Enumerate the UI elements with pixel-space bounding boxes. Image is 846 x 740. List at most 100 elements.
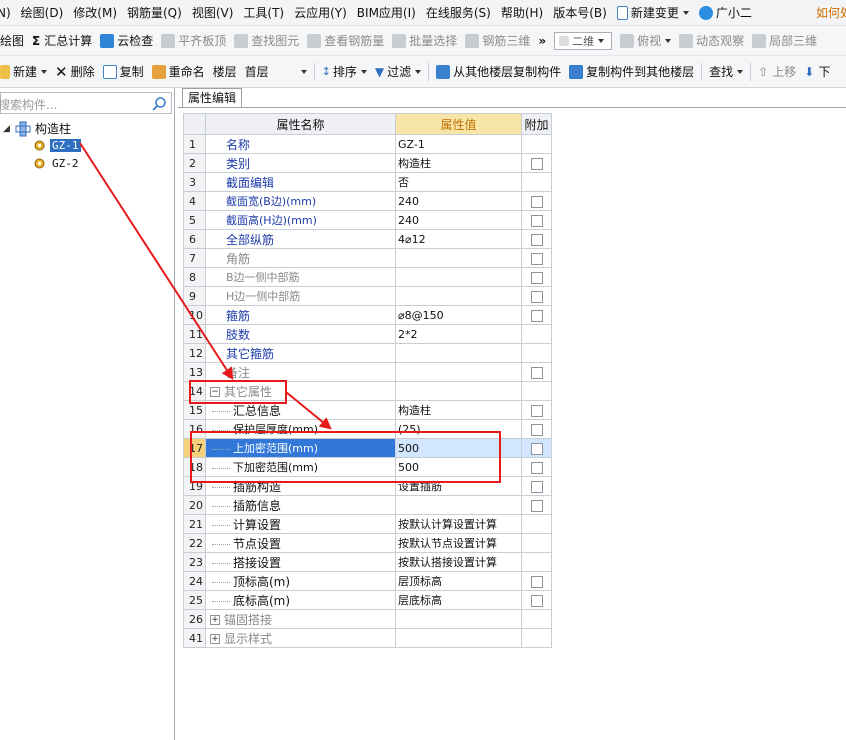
view-rebar-button[interactable]: 查看钢筋量: [303, 29, 388, 53]
menu-draw[interactable]: 绘图(D): [17, 0, 70, 25]
property-row[interactable]: 5 截面高(H边)(mm) 240: [183, 210, 552, 230]
property-name-cell[interactable]: − 其它属性: [205, 381, 396, 401]
property-value-cell[interactable]: (25): [395, 419, 522, 439]
property-row[interactable]: 1 名称 GZ-1: [183, 134, 552, 154]
menu-cloud[interactable]: 云应用(Y): [290, 0, 353, 25]
collapse-icon[interactable]: −: [210, 387, 220, 397]
menu-modify[interactable]: 修改(M): [69, 0, 123, 25]
attach-checkbox[interactable]: [530, 366, 543, 379]
property-value-cell[interactable]: [395, 248, 522, 268]
copy-button[interactable]: 复制: [99, 60, 148, 84]
property-name-cell[interactable]: 节点设置: [205, 533, 396, 553]
property-name-cell[interactable]: 顶标高(m): [205, 571, 396, 591]
property-name-cell[interactable]: 类别: [205, 153, 396, 173]
attach-checkbox[interactable]: [530, 442, 543, 455]
property-row[interactable]: 13 备注: [183, 362, 552, 382]
copy-from-floor-button[interactable]: 从其他楼层复制构件: [432, 60, 565, 84]
property-row[interactable]: 14− 其它属性: [183, 381, 552, 401]
expand-icon[interactable]: +: [210, 615, 220, 625]
tab-property-edit[interactable]: 属性编辑: [182, 88, 243, 108]
flat-slab-button[interactable]: 平齐板顶: [157, 29, 230, 53]
property-value-cell[interactable]: 按默认节点设置计算: [395, 533, 522, 553]
header-property-name[interactable]: 属性名称: [205, 113, 396, 135]
collapse-icon[interactable]: ◢: [3, 124, 15, 134]
attach-checkbox[interactable]: [530, 404, 543, 417]
attach-checkbox[interactable]: [530, 195, 543, 208]
property-name-cell[interactable]: 肢数: [205, 324, 396, 344]
property-row[interactable]: 10 箍筋 ⌀8@150: [183, 305, 552, 325]
component-search-input[interactable]: 搜索构件...: [0, 92, 172, 114]
property-value-cell[interactable]: [395, 267, 522, 287]
property-value-cell[interactable]: 构造柱: [395, 153, 522, 173]
property-row[interactable]: 23 搭接设置 按默认搭接设置计算: [183, 552, 552, 572]
attach-checkbox[interactable]: [530, 271, 543, 284]
property-row[interactable]: 2 类别 构造柱: [183, 153, 552, 173]
property-value-cell[interactable]: 否: [395, 172, 522, 192]
property-row[interactable]: 24 顶标高(m) 层顶标高: [183, 571, 552, 591]
dynamic-view-button[interactable]: 动态观察: [675, 29, 748, 53]
property-value-cell[interactable]: 240: [395, 210, 522, 230]
property-name-cell[interactable]: 下加密范围(mm): [205, 457, 396, 477]
header-property-value[interactable]: 属性值: [395, 113, 522, 135]
attach-checkbox[interactable]: [530, 157, 543, 170]
menu-tools[interactable]: 工具(T): [239, 0, 290, 25]
menu-item-n[interactable]: N): [0, 0, 17, 25]
property-row[interactable]: 11 肢数 2*2: [183, 324, 552, 344]
property-row[interactable]: 6 全部纵筋 4⌀12: [183, 229, 552, 249]
property-value-cell[interactable]: [395, 343, 522, 363]
property-value-cell[interactable]: 层顶标高: [395, 571, 522, 591]
property-name-cell[interactable]: B边一侧中部筋: [205, 267, 396, 287]
local-3d-button[interactable]: 局部三维: [748, 29, 821, 53]
property-value-cell[interactable]: 设置插筋: [395, 476, 522, 496]
property-name-cell[interactable]: 计算设置: [205, 514, 396, 534]
find-button[interactable]: 查找: [705, 60, 747, 84]
property-name-cell[interactable]: 截面编辑: [205, 172, 396, 192]
property-name-cell[interactable]: 上加密范围(mm): [205, 438, 396, 458]
property-value-cell[interactable]: 500: [395, 457, 522, 477]
menu-help[interactable]: 帮助(H): [497, 0, 549, 25]
property-name-cell[interactable]: 汇总信息: [205, 400, 396, 420]
property-value-cell[interactable]: [395, 362, 522, 382]
property-row[interactable]: 21 计算设置 按默认计算设置计算: [183, 514, 552, 534]
property-name-cell[interactable]: 其它箍筋: [205, 343, 396, 363]
property-row[interactable]: 4 截面宽(B边)(mm) 240: [183, 191, 552, 211]
expand-icon[interactable]: +: [210, 634, 220, 644]
menu-bim[interactable]: BIM应用(I): [353, 0, 422, 25]
property-name-cell[interactable]: 保护层厚度(mm): [205, 419, 396, 439]
property-name-cell[interactable]: 全部纵筋: [205, 229, 396, 249]
property-value-cell[interactable]: 构造柱: [395, 400, 522, 420]
property-row[interactable]: 20 插筋信息: [183, 495, 552, 515]
property-name-cell[interactable]: 底标高(m): [205, 590, 396, 610]
sort-button[interactable]: ↕ 排序: [318, 60, 371, 84]
property-row[interactable]: 15 汇总信息 构造柱: [183, 400, 552, 420]
property-name-cell[interactable]: 名称: [205, 134, 396, 154]
draw-button[interactable]: 绘图: [0, 29, 28, 53]
attach-checkbox[interactable]: [530, 480, 543, 493]
property-row[interactable]: 9 H边一侧中部筋: [183, 286, 552, 306]
property-value-cell[interactable]: 层底标高: [395, 590, 522, 610]
top-view-button[interactable]: 俯视: [616, 29, 675, 53]
property-name-cell[interactable]: H边一侧中部筋: [205, 286, 396, 306]
find-element-button[interactable]: 查找图元: [230, 29, 303, 53]
menu-new-change[interactable]: 新建变更: [613, 0, 695, 25]
property-row[interactable]: 7 角筋: [183, 248, 552, 268]
toolbar-overflow-button[interactable]: »: [534, 29, 550, 53]
help-prompt[interactable]: 如何处: [812, 0, 846, 25]
property-value-cell[interactable]: [395, 495, 522, 515]
menu-online-service[interactable]: 在线服务(S): [422, 0, 497, 25]
property-name-cell[interactable]: 箍筋: [205, 305, 396, 325]
attach-checkbox[interactable]: [530, 423, 543, 436]
property-value-cell[interactable]: 2*2: [395, 324, 522, 344]
property-name-cell[interactable]: 角筋: [205, 248, 396, 268]
property-row[interactable]: 3 截面编辑 否: [183, 172, 552, 192]
property-row[interactable]: 25 底标高(m) 层底标高: [183, 590, 552, 610]
property-name-cell[interactable]: + 锚固搭接: [205, 609, 396, 629]
property-value-cell[interactable]: [395, 628, 522, 648]
property-name-cell[interactable]: 插筋信息: [205, 495, 396, 515]
attach-checkbox[interactable]: [530, 309, 543, 322]
property-value-cell[interactable]: [395, 381, 522, 401]
new-button[interactable]: 新建: [0, 60, 51, 84]
attach-checkbox[interactable]: [530, 214, 543, 227]
property-value-cell[interactable]: 按默认计算设置计算: [395, 514, 522, 534]
property-value-cell[interactable]: [395, 286, 522, 306]
